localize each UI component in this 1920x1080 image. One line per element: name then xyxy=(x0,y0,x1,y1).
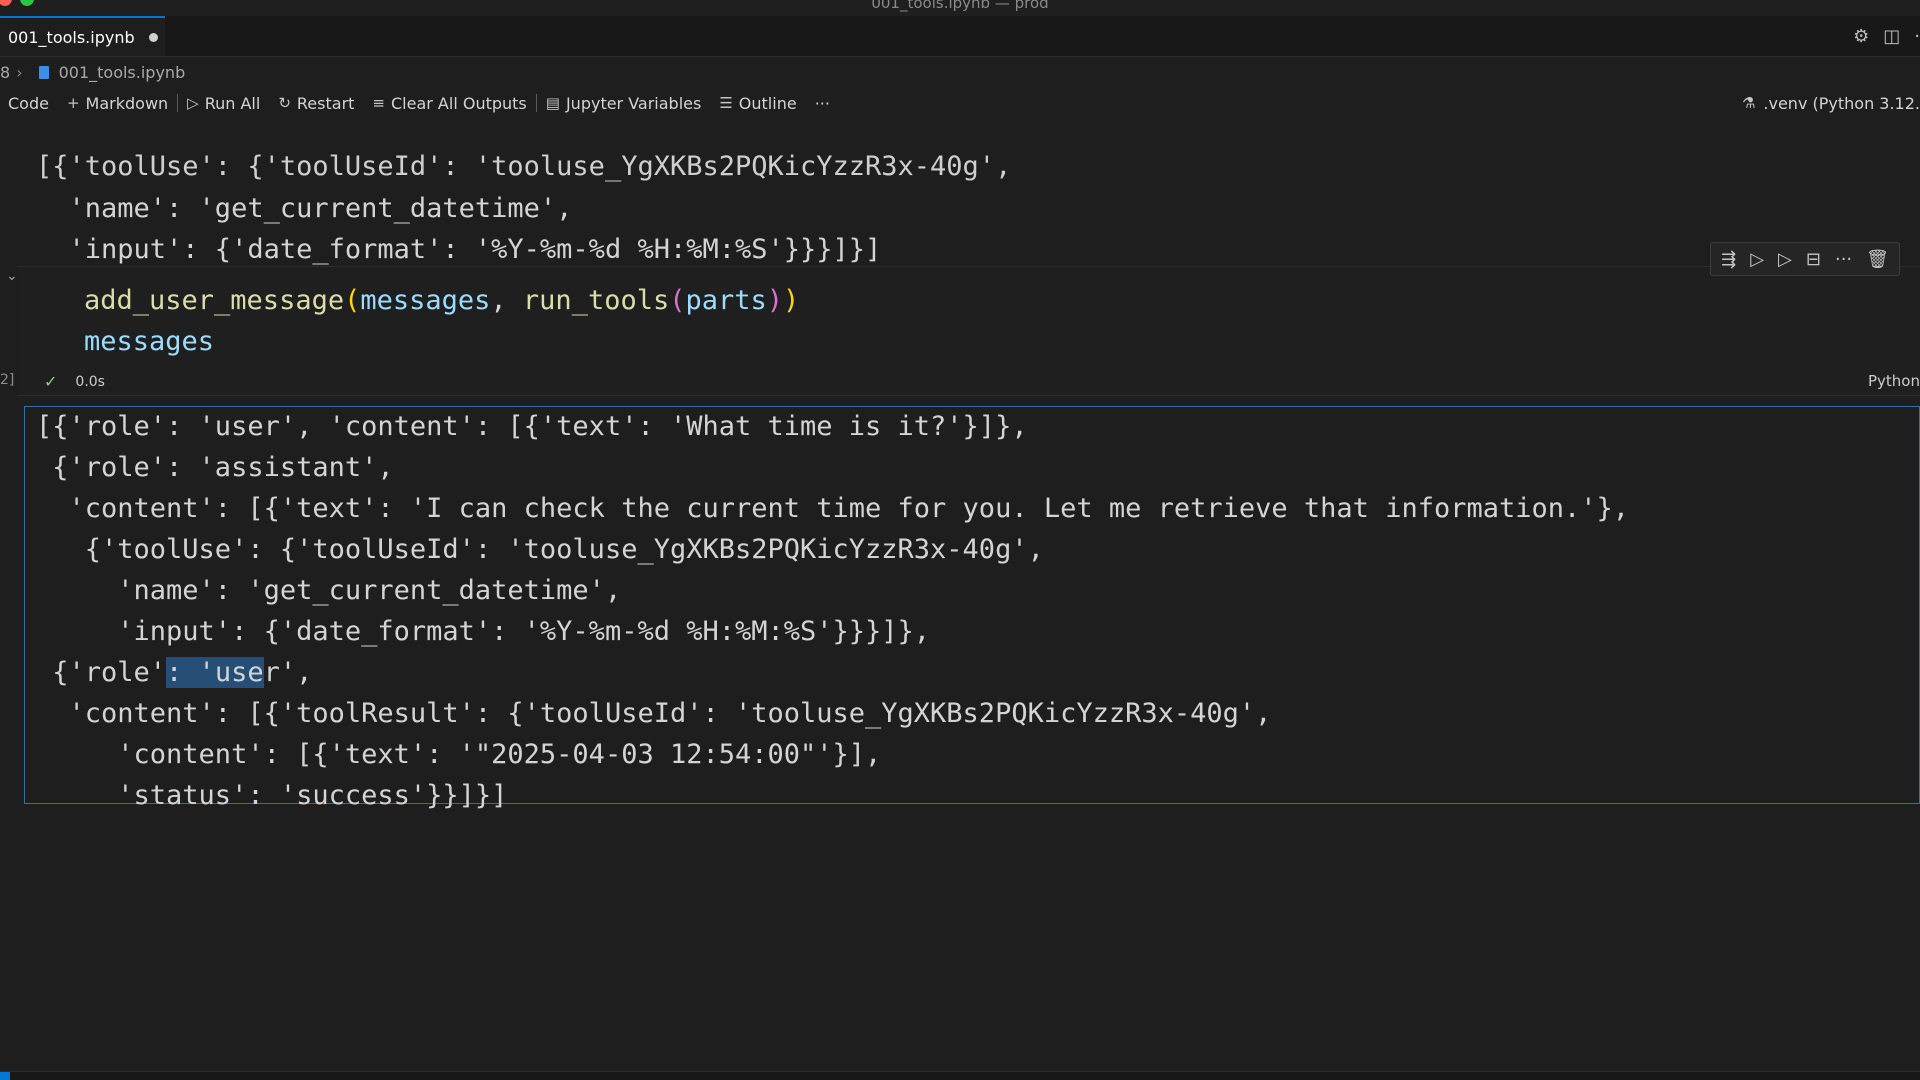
status-bar xyxy=(0,1071,1920,1080)
jupyter-variables-label: Jupyter Variables xyxy=(565,93,702,113)
variables-icon: ▤ xyxy=(545,94,560,112)
more-label: ··· xyxy=(814,93,830,113)
previous-cell-output: [{'toolUse': {'toolUseId': 'tooluse_YgXK… xyxy=(36,151,1011,270)
run-by-line-icon[interactable]: ⇶ xyxy=(1721,249,1736,270)
title-bar: 001_tools.ipynb — prod xyxy=(0,0,1920,17)
outline-icon: ☰ xyxy=(719,94,733,112)
code-variable: parts xyxy=(685,285,767,316)
output-line: 'content': [{'text': '"2025-04-03 12:54:… xyxy=(36,739,882,770)
output-line: [{'role': 'user', 'content': [{'text': '… xyxy=(36,411,1028,442)
notebook-content[interactable]: [{'toolUse': {'toolUseId': 'tooluse_YgXK… xyxy=(0,120,1920,1072)
execute-below-icon[interactable]: ▷ xyxy=(1778,249,1792,270)
more-actions-icon[interactable]: · xyxy=(1914,26,1920,47)
output-line: 'content': [{'text': 'I can check the cu… xyxy=(36,493,1630,524)
trash-icon[interactable]: 🗑 xyxy=(1866,249,1889,270)
output-line: 'input': {'date_format': '%Y-%m-%d %H:%M… xyxy=(36,234,882,265)
code-function: run_tools xyxy=(522,285,670,316)
add-markdown-cell-button[interactable]: + Markdown xyxy=(58,88,177,118)
window-title: 001_tools.ipynb — prod xyxy=(871,0,1049,12)
restart-icon: ↻ xyxy=(278,94,291,112)
clipped-output-line: [{'toolUse': {'toolUseId': 'tooluse_YgXK… xyxy=(36,151,1012,182)
execute-above-icon[interactable]: ▷ xyxy=(1750,249,1764,270)
jupyter-variables-button[interactable]: ▤ Jupyter Variables xyxy=(537,88,711,118)
play-icon: ▷ xyxy=(187,94,199,112)
restart-label: Restart xyxy=(296,93,355,113)
output-line: {'role': 'user', xyxy=(36,657,312,688)
tab-001-tools[interactable]: 001_tools.ipynb xyxy=(0,16,165,56)
code-variable: messages xyxy=(360,285,491,316)
output-line: 'status': 'success'}}]}] xyxy=(36,780,508,811)
output-line: 'content': [{'toolResult': {'toolUseId':… xyxy=(36,698,1272,729)
tab-label: 001_tools.ipynb xyxy=(8,27,135,47)
kernel-icon: ⚗ xyxy=(1741,94,1756,112)
clear-outputs-icon: ≡ xyxy=(372,94,385,112)
cell-toolbar: ⇶ ▷ ▷ ⊟ ··· 🗑 xyxy=(1710,242,1900,276)
execution-count: 2] xyxy=(0,372,15,388)
add-markdown-label: Markdown xyxy=(85,93,169,113)
more-toolbar-button[interactable]: ··· xyxy=(806,88,839,118)
split-cell-icon[interactable]: ⊟ xyxy=(1806,249,1821,270)
chevron-right-icon: › xyxy=(16,62,23,82)
outline-button[interactable]: ☰ Outline xyxy=(710,88,805,118)
checkmark-icon: ✓ xyxy=(44,372,58,391)
chevron-down-icon[interactable]: ⌄ xyxy=(6,268,18,284)
outline-label: Outline xyxy=(738,93,797,113)
add-code-label: Code xyxy=(8,93,49,113)
notebook-toolbar: Code + Markdown ▷ Run All ↻ Restart ≡ Cl… xyxy=(0,88,1920,118)
breadcrumb: 8 › 001_tools.ipynb xyxy=(0,58,185,86)
unsaved-dot-icon[interactable] xyxy=(148,32,158,42)
clear-all-outputs-label: Clear All Outputs xyxy=(391,93,527,113)
notebook-file-icon xyxy=(38,65,49,79)
output-line: 'name': 'get_current_datetime', xyxy=(36,193,573,224)
restart-button[interactable]: ↻ Restart xyxy=(269,88,363,118)
output-line: {'role': 'assistant', xyxy=(36,452,394,483)
cell-language[interactable]: Python xyxy=(1868,372,1920,390)
output-text-segment: r', xyxy=(263,657,313,688)
text-selection[interactable]: : 'use xyxy=(166,657,264,688)
run-all-label: Run All xyxy=(204,93,261,113)
breadcrumb-file[interactable]: 001_tools.ipynb xyxy=(59,63,186,82)
execution-duration: 0.0s xyxy=(75,373,105,390)
output-line: {'toolUse': {'toolUseId': 'tooluse_YgXKB… xyxy=(36,534,1044,565)
kernel-picker[interactable]: ⚗ .venv (Python 3.12. xyxy=(1742,88,1920,118)
kernel-label: .venv (Python 3.12. xyxy=(1763,93,1920,113)
execution-status: ✓ 0.0s xyxy=(44,372,105,391)
clear-all-outputs-button[interactable]: ≡ Clear All Outputs xyxy=(363,88,535,118)
code-variable: messages xyxy=(84,326,215,357)
breadcrumb-parent[interactable]: 8 xyxy=(0,63,10,82)
code-function: add_user_message xyxy=(84,285,345,316)
editor-tab-bar: 001_tools.ipynb ⚙ ◫ · xyxy=(0,16,1920,57)
remote-indicator[interactable] xyxy=(0,1072,10,1080)
output-text-segment: {'role' xyxy=(36,657,167,688)
plus-icon: + xyxy=(66,94,80,112)
cell-source[interactable]: add_user_message(messages, run_tools(par… xyxy=(84,280,799,362)
gear-icon[interactable]: ⚙ xyxy=(1853,26,1869,47)
output-line: 'name': 'get_current_datetime', xyxy=(36,575,622,606)
editor-actions: ⚙ ◫ · xyxy=(1853,26,1920,47)
split-editor-icon[interactable]: ◫ xyxy=(1883,26,1900,47)
run-all-button[interactable]: ▷ Run All xyxy=(178,88,269,118)
add-code-cell-button[interactable]: Code xyxy=(0,88,58,118)
output-line: 'input': {'date_format': '%Y-%m-%d %H:%M… xyxy=(36,616,931,647)
output-text[interactable]: [{'role': 'user', 'content': [{'text': '… xyxy=(36,406,1629,816)
more-cell-actions-icon[interactable]: ··· xyxy=(1835,249,1852,270)
